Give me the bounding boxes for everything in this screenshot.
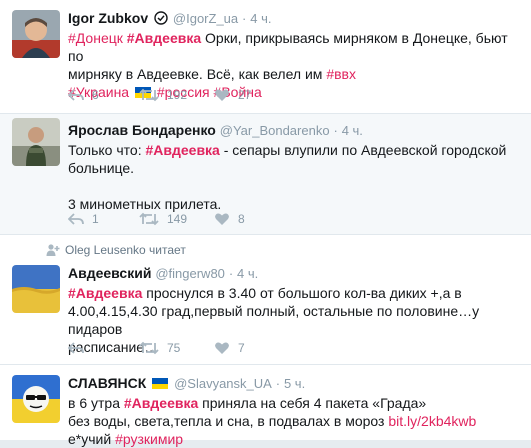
reply-button[interactable] <box>68 341 92 355</box>
hashtag-link[interactable]: #Авдеевка <box>68 285 142 301</box>
tweet-text-line: больнице. <box>68 160 135 176</box>
timestamp[interactable]: 4 ч. <box>342 123 363 138</box>
reply-icon <box>68 213 84 225</box>
hashtag-link[interactable]: #рузкимир <box>115 431 183 447</box>
author-name[interactable]: Ярослав Бондаренко <box>68 122 216 138</box>
retweet-count: 192 <box>167 88 188 102</box>
tweet-header: Ярослав Бондаренко @Yar_Bondarenko · 4 ч… <box>68 120 521 141</box>
like-button[interactable]: 7 <box>214 341 245 355</box>
like-icon <box>215 89 229 101</box>
like-button[interactable]: 27 <box>214 88 251 102</box>
context-label[interactable]: Oleg Leusenko читает <box>65 243 186 257</box>
tweet-text: Только что: #Авдеевка - сепары влупили п… <box>68 141 521 213</box>
author-handle[interactable]: @Yar_Bondarenko <box>220 123 330 138</box>
hashtag-link[interactable]: #Авдеевка <box>127 30 201 46</box>
author-handle[interactable]: @fingerw80 <box>155 266 225 281</box>
tweet-text-span: без воды, света,тепла и сна, в подвалах … <box>68 413 389 429</box>
tweet-content: Igor Zubkov @IgorZ_ua · 4 ч. #Донецк #Ав… <box>68 8 521 101</box>
hashtag-link[interactable]: #Авдеевка <box>145 142 219 158</box>
separator-dot: · <box>228 266 234 281</box>
tweet-text-span: е*учий <box>68 431 116 447</box>
tweet-content: Авдеевский @fingerw80 · 4 ч. #Авдеевка п… <box>68 263 521 356</box>
tweet-content: СЛАВЯНСК @Slavyansk_UA · 5 ч. в 6 утра #… <box>68 373 521 448</box>
hashtag-link[interactable]: #Авдеевка <box>124 395 198 411</box>
verified-icon <box>154 11 168 25</box>
like-count: 8 <box>238 212 245 226</box>
hashtag-link[interactable]: #ввх <box>326 66 356 82</box>
tweet-header: Igor Zubkov @IgorZ_ua · 4 ч. <box>68 8 521 29</box>
tweet-text-span: - сепары влупили по Авдеевской городской <box>219 142 507 158</box>
tweet-text-span: проснулся в 3.40 от большого кол-ва дики… <box>142 285 462 301</box>
ukraine-flag-emoji <box>152 378 169 389</box>
reply-count: 6 <box>92 88 99 102</box>
retweet-icon <box>139 341 159 355</box>
reply-button[interactable]: 6 <box>68 88 99 102</box>
tweet-content: Ярослав Бондаренко @Yar_Bondarenko · 4 ч… <box>68 120 521 213</box>
tweet[interactable]: Ярослав Бондаренко @Yar_Bondarenko · 4 ч… <box>0 114 531 235</box>
avatar[interactable] <box>12 118 60 166</box>
reply-button[interactable]: 1 <box>68 212 99 226</box>
tweet-text-span: Только что: <box>68 142 146 158</box>
author-name[interactable]: СЛАВЯНСК <box>68 375 146 391</box>
tweet-text-line: расписание… <box>68 339 159 355</box>
like-button[interactable]: 8 <box>214 212 245 226</box>
timestamp[interactable]: 4 ч. <box>250 11 271 26</box>
tweet-text-span: мирняку в Авдеевке. Всё, как велел им <box>68 66 327 82</box>
tweet-text: #Авдеевка проснулся в 3.40 от большого к… <box>68 284 521 356</box>
separator-dot: · <box>242 11 247 26</box>
hashtag-link[interactable]: #Донецк <box>68 30 123 46</box>
tweet-text: #Донецк #Авдеевка Орки, прикрываясь мирн… <box>68 29 521 101</box>
avatar[interactable] <box>12 375 60 423</box>
retweet-count: 149 <box>167 212 188 226</box>
avatar[interactable] <box>12 10 60 58</box>
tweet[interactable]: Igor Zubkov @IgorZ_ua · 4 ч. #Донецк #Ав… <box>0 0 531 114</box>
reply-icon <box>68 89 84 101</box>
timestamp[interactable]: 5 ч. <box>284 376 305 391</box>
like-icon <box>215 342 229 354</box>
like-count: 27 <box>238 88 252 102</box>
url-link[interactable]: bit.ly/2kb4kwb <box>388 413 476 429</box>
tweet-text-span: в 6 утра <box>68 395 124 411</box>
tweet[interactable]: Oleg Leusenko читает Авдеевский @fingerw… <box>0 235 531 365</box>
separator-dot: · <box>275 376 281 391</box>
reply-icon <box>68 342 84 354</box>
tweet-text-span: приняла на себя 4 пакета «Града» <box>198 395 427 411</box>
author-handle[interactable]: @Slavyansk_UA <box>174 376 272 391</box>
retweet-icon <box>139 212 159 226</box>
tweet-context: Oleg Leusenko читает <box>46 243 186 257</box>
author-name[interactable]: Авдеевский <box>68 265 151 281</box>
retweet-count: 75 <box>167 341 181 355</box>
reply-count: 1 <box>92 212 99 226</box>
tweet-text-line: 3 минометных прилета. <box>68 196 222 212</box>
person-icon <box>46 244 60 256</box>
retweet-button[interactable]: 149 <box>139 212 187 226</box>
tweet-text-line: 4.00,4.15,4.30 град,первый полный, остал… <box>68 303 480 337</box>
timestamp[interactable]: 4 ч. <box>237 266 258 281</box>
author-handle[interactable]: @IgorZ_ua <box>173 11 238 26</box>
author-name[interactable]: Igor Zubkov <box>68 10 148 26</box>
tweet-header: СЛАВЯНСК @Slavyansk_UA · 5 ч. <box>68 373 521 394</box>
separator-dot: · <box>333 123 338 138</box>
tweet-header: Авдеевский @fingerw80 · 4 ч. <box>68 263 521 284</box>
retweet-button[interactable]: 192 <box>139 88 187 102</box>
retweet-button[interactable]: 75 <box>139 341 180 355</box>
avatar[interactable] <box>12 265 60 313</box>
like-icon <box>215 213 229 225</box>
timeline: Igor Zubkov @IgorZ_ua · 4 ч. #Донецк #Ав… <box>0 0 531 447</box>
like-count: 7 <box>238 341 245 355</box>
tweet[interactable]: СЛАВЯНСК @Slavyansk_UA · 5 ч. в 6 утра #… <box>0 365 531 447</box>
retweet-icon <box>139 88 159 102</box>
